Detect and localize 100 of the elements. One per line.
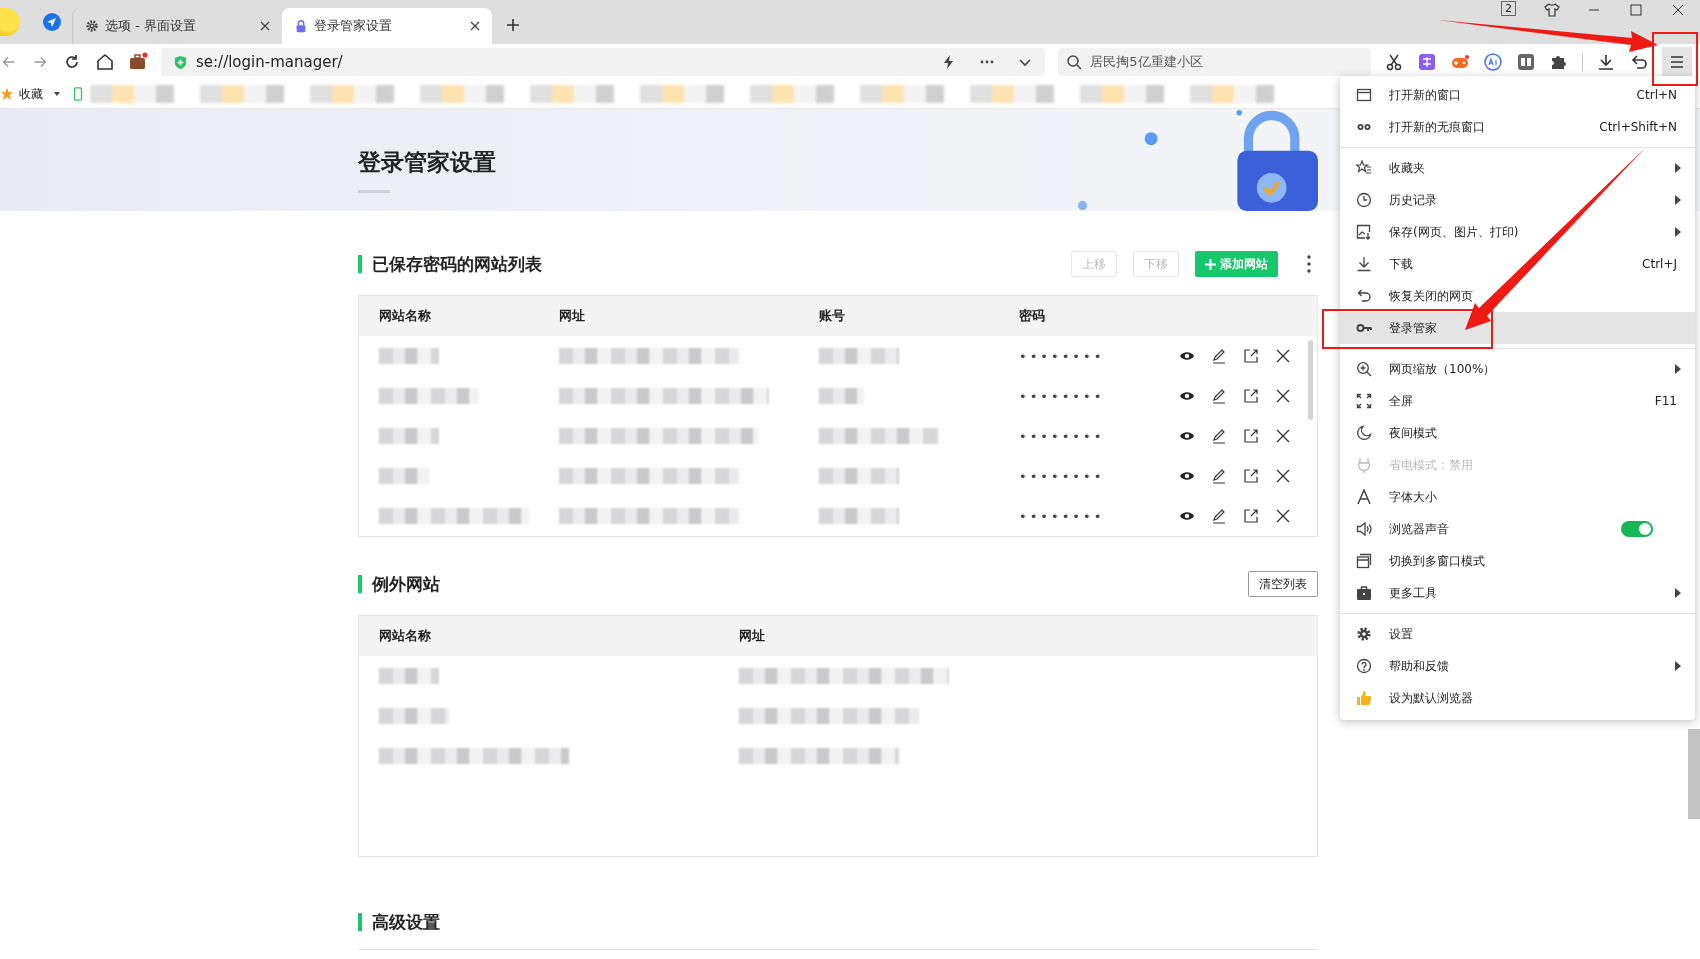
plus-icon	[1205, 258, 1216, 270]
zoom-icon	[1356, 361, 1372, 377]
external-link-icon[interactable]	[1243, 428, 1259, 444]
clear-list-button[interactable]: 清空列表	[1248, 571, 1318, 597]
menu-item-label: 设置	[1389, 625, 1414, 643]
url-text: se://login-manager/	[196, 53, 343, 71]
star-icon	[1356, 160, 1372, 176]
menu-item[interactable]: 夜间模式	[1340, 417, 1695, 449]
lock-icon	[294, 19, 308, 33]
delete-icon[interactable]	[1275, 388, 1291, 404]
external-link-icon[interactable]	[1243, 468, 1259, 484]
edit-icon[interactable]	[1211, 468, 1227, 484]
sound-icon	[1356, 521, 1372, 537]
thumb-icon	[1356, 690, 1372, 706]
menu-item[interactable]: 设置	[1340, 618, 1695, 650]
send-icon[interactable]	[42, 12, 62, 32]
edit-icon[interactable]	[1211, 508, 1227, 524]
menu-item[interactable]: 切换到多窗口模式	[1340, 545, 1695, 577]
menu-item[interactable]: 历史记录	[1340, 184, 1695, 216]
scrollbar[interactable]	[1308, 340, 1313, 420]
home-icon[interactable]	[95, 52, 115, 72]
undo-icon	[1356, 288, 1372, 304]
shortcut-label: Ctrl+Shift+N	[1599, 120, 1677, 134]
section-marker	[358, 913, 362, 931]
menu-item[interactable]: 帮助和反馈	[1340, 650, 1695, 682]
blurred-text	[819, 388, 864, 404]
menu-item[interactable]: 打开新的窗口 Ctrl+N	[1340, 79, 1695, 111]
menu-item[interactable]: 收藏夹	[1340, 152, 1695, 184]
external-link-icon[interactable]	[1243, 348, 1259, 364]
toolbox-icon	[1356, 585, 1372, 601]
edit-icon[interactable]	[1211, 428, 1227, 444]
menu-icon	[1669, 54, 1686, 70]
menu-item-label: 历史记录	[1389, 191, 1438, 209]
maximize-icon[interactable]	[1628, 2, 1644, 18]
delete-icon[interactable]	[1275, 428, 1291, 444]
menu-item-label: 打开新的窗口	[1389, 86, 1462, 104]
phone-icon	[71, 87, 85, 101]
plus-icon[interactable]	[506, 18, 520, 32]
blurred-text	[379, 708, 449, 724]
menu-button[interactable]	[1662, 47, 1692, 77]
book-icon[interactable]	[1516, 52, 1537, 72]
section-title: 已保存密码的网站列表	[372, 252, 542, 276]
blurred-text	[379, 468, 429, 484]
edit-icon[interactable]	[1211, 388, 1227, 404]
tab-title: 登录管家设置	[314, 17, 393, 35]
browser-tab[interactable]: 登录管家设置	[282, 8, 492, 44]
delete-icon[interactable]	[1275, 468, 1291, 484]
shield-icon	[173, 54, 188, 70]
menu-item[interactable]: 设为默认浏览器	[1340, 682, 1695, 714]
edit-icon[interactable]	[1211, 348, 1227, 364]
menu-item-label: 帮助和反馈	[1389, 657, 1450, 675]
menu-item[interactable]: 网页缩放（100%）	[1340, 353, 1695, 385]
delete-icon[interactable]	[1275, 508, 1291, 524]
menu-item[interactable]: 下载 Ctrl+J	[1340, 248, 1695, 280]
help-icon	[1356, 658, 1372, 674]
ai-icon[interactable]	[1483, 52, 1504, 72]
window-icon	[1356, 87, 1372, 103]
menu-item[interactable]: 保存(网页、图片、打印)	[1340, 216, 1695, 248]
external-link-icon[interactable]	[1243, 388, 1259, 404]
close-icon[interactable]	[470, 21, 480, 31]
menu-item-label: 网页缩放（100%）	[1389, 360, 1497, 378]
address-bar[interactable]: se://login-manager/	[161, 48, 1046, 76]
menu-item[interactable]: 全屏 F11	[1340, 385, 1695, 417]
delete-icon[interactable]	[1275, 348, 1291, 364]
save-icon	[1356, 224, 1372, 240]
menu-item[interactable]: 登录管家	[1340, 312, 1695, 344]
shortcut-label: Ctrl+N	[1636, 88, 1677, 102]
shirt-icon[interactable]	[1544, 2, 1560, 18]
menu-item[interactable]: 恢复关闭的网页	[1340, 280, 1695, 312]
menu-item[interactable]: 打开新的无痕窗口 Ctrl+Shift+N	[1340, 111, 1695, 143]
full-icon	[1356, 393, 1372, 409]
toggle-switch[interactable]	[1621, 521, 1653, 537]
menu-item[interactable]: 字体大小	[1340, 481, 1695, 513]
password-dots: ••••••••	[1019, 508, 1106, 524]
clock-icon	[1356, 192, 1372, 208]
menu-item-label: 浏览器声音	[1389, 520, 1450, 538]
menu-item-label: 省电模式：禁用	[1389, 456, 1474, 474]
tab-title: 选项 - 界面设置	[105, 17, 197, 35]
blurred-text	[379, 668, 439, 684]
menu-item-label: 更多工具	[1389, 584, 1438, 602]
menu-item-label: 字体大小	[1389, 488, 1438, 506]
section-marker	[358, 255, 362, 273]
close-icon[interactable]	[260, 21, 270, 31]
menu-item-label: 打开新的无痕窗口	[1389, 118, 1486, 136]
search-field[interactable]: 居民掏5亿重建小区	[1058, 48, 1372, 76]
more-vertical-icon[interactable]	[1306, 254, 1312, 274]
undo-icon[interactable]	[1629, 52, 1650, 72]
external-link-icon[interactable]	[1243, 508, 1259, 524]
bookmarks-label[interactable]: 收藏	[19, 85, 43, 103]
translate-icon[interactable]	[1417, 52, 1438, 72]
window-count-badge[interactable]: 2	[1501, 1, 1516, 16]
menu-item[interactable]: 浏览器声音	[1340, 513, 1695, 545]
briefcase-icon[interactable]	[128, 52, 148, 72]
menu-item[interactable]: 更多工具	[1340, 577, 1695, 609]
gear-icon	[85, 19, 99, 33]
scrollbar[interactable]	[1688, 729, 1700, 819]
password-dots: ••••••••	[1019, 348, 1106, 364]
section-title: 高级设置	[372, 910, 440, 934]
column-header: 网站名称	[379, 307, 432, 325]
close-icon[interactable]	[1670, 2, 1686, 18]
